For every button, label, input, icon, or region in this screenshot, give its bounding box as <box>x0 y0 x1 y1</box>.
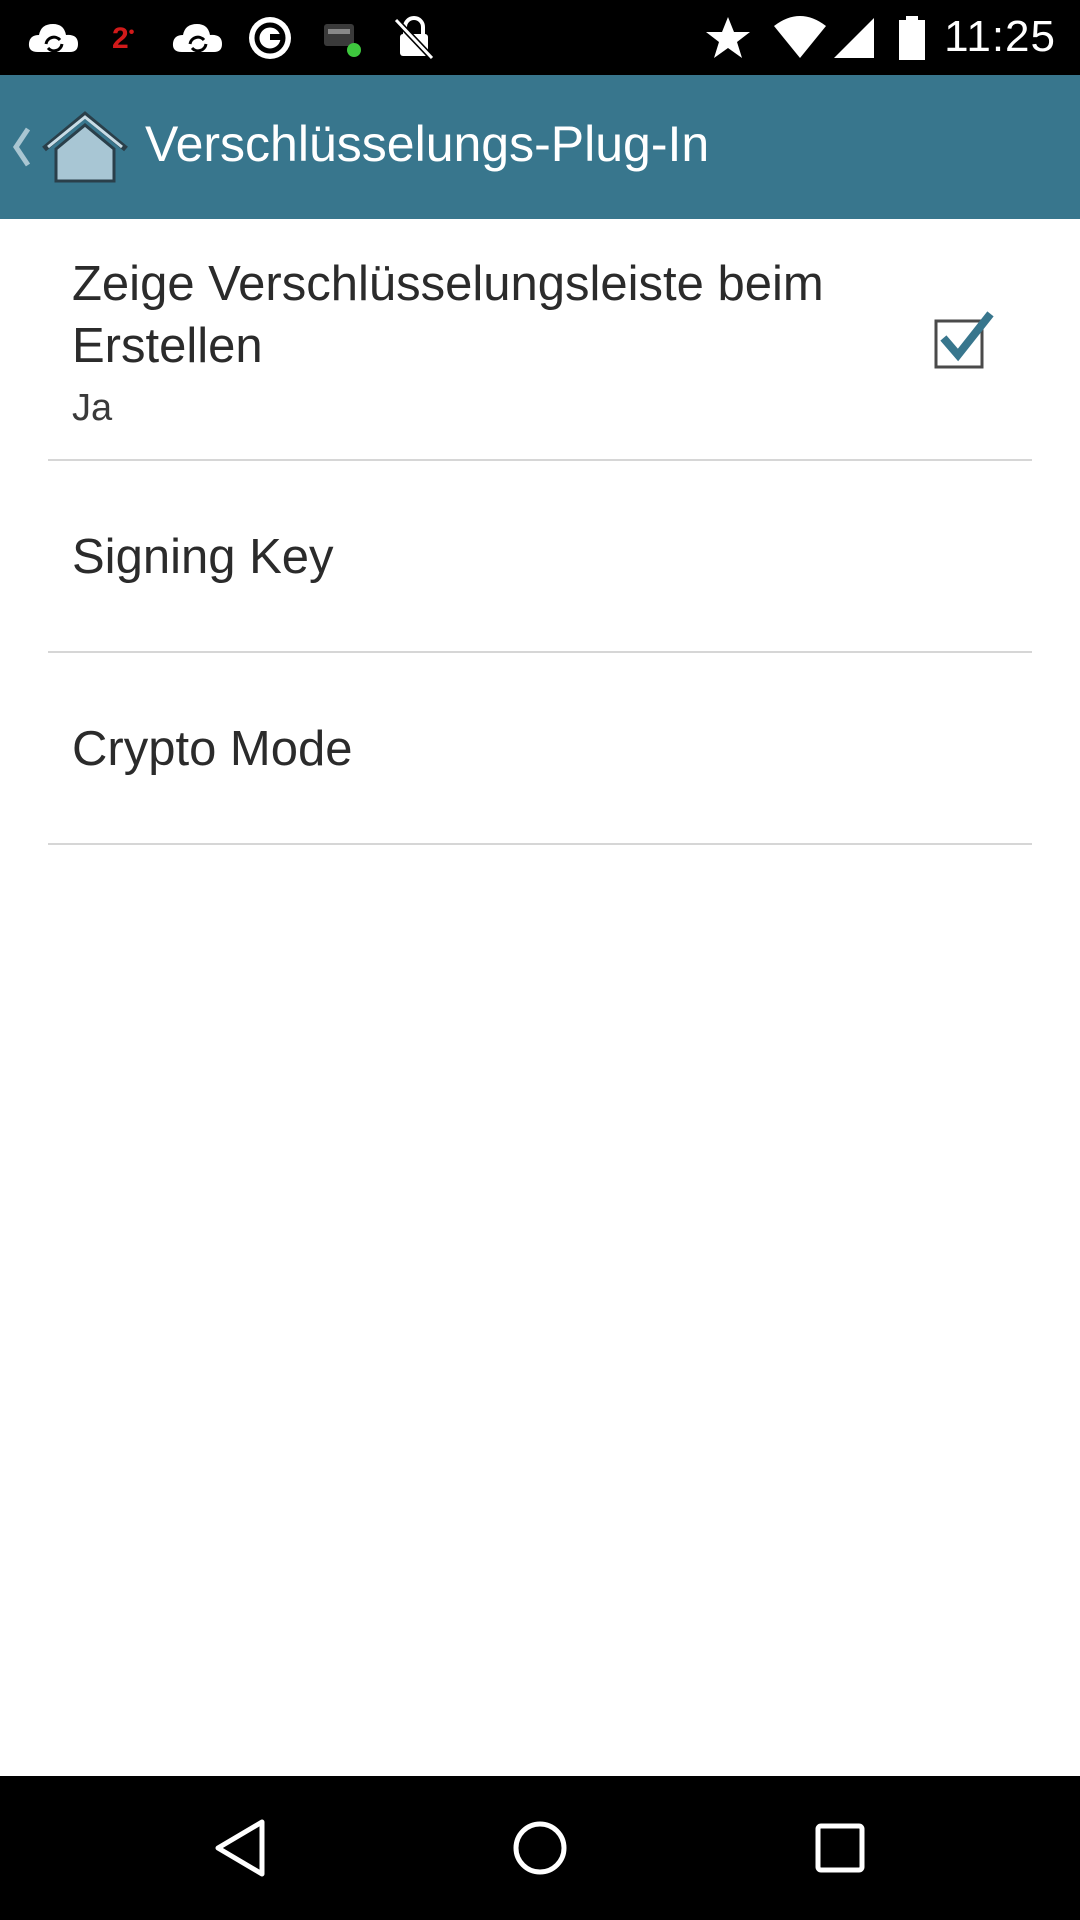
pref-title: Crypto Mode <box>72 722 353 776</box>
recents-icon[interactable] <box>800 1808 880 1888</box>
pref-title: Zeige Verschlüsselungsleiste beim Erstel… <box>72 257 824 373</box>
pref-crypto-mode[interactable]: Crypto Mode <box>0 653 1080 845</box>
home-icon <box>42 111 128 183</box>
pref-show-encryption-bar[interactable]: Zeige Verschlüsselungsleiste beim Erstel… <box>0 219 1080 461</box>
status-clock: 11:25 <box>944 12 1056 61</box>
divider <box>48 843 1032 845</box>
cell-signal-icon <box>834 18 874 58</box>
page-title: Verschlüsselungs-Plug-In <box>145 116 710 172</box>
status-bar: 2• 11:25 <box>0 0 1080 75</box>
chevron-left-icon <box>12 127 31 167</box>
pref-summary: Ja <box>72 387 113 429</box>
cloud-sync-icon <box>172 24 222 53</box>
navigation-bar <box>0 1776 1080 1920</box>
cloud-sync-icon <box>28 24 78 53</box>
star-icon <box>706 17 750 58</box>
app-circle-icon <box>249 17 291 59</box>
sim-card-icon <box>324 24 361 57</box>
back-icon[interactable] <box>200 1808 280 1888</box>
home-icon[interactable] <box>500 1808 580 1888</box>
pref-title: Signing Key <box>72 530 334 584</box>
pref-signing-key[interactable]: Signing Key <box>0 461 1080 653</box>
lock-off-icon <box>393 16 435 61</box>
action-bar: Verschlüsselungs-Plug-In <box>0 75 1080 219</box>
screen: 2• 11:25 Verschlüsselungs-Plug-In Zeige … <box>0 0 1080 1920</box>
battery-icon <box>899 16 925 60</box>
up-navigation-button[interactable] <box>0 75 140 219</box>
wifi-icon <box>774 16 826 58</box>
checkbox-checked[interactable] <box>932 311 994 373</box>
notification-count-badge: 2• <box>112 22 135 55</box>
preference-list: Zeige Verschlüsselungsleiste beim Erstel… <box>0 219 1080 845</box>
